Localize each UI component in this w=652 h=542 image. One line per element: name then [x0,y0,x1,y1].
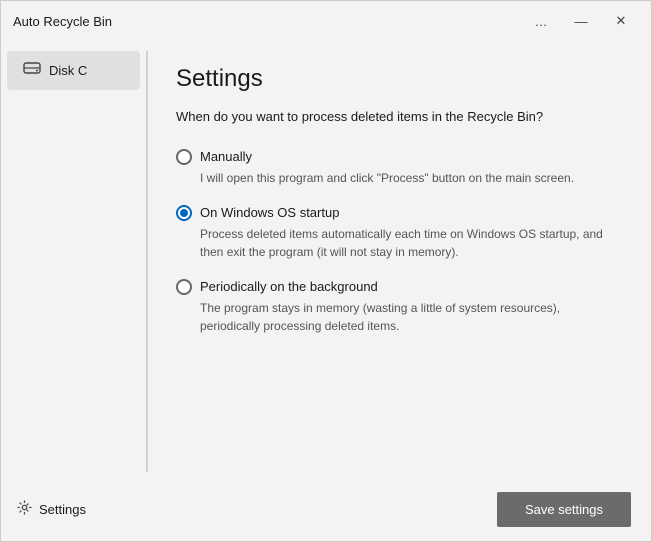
radio-label-periodically[interactable]: Periodically on the background [176,279,619,295]
app-title: Auto Recycle Bin [13,14,112,29]
content-area: Settings When do you want to process del… [148,41,651,482]
radio-text-periodically: Periodically on the background [200,279,378,294]
page-title: Settings [176,65,619,93]
radio-circle-manually[interactable] [176,149,192,165]
main-layout: Disk C Settings When do you want to proc… [1,41,651,482]
content-subtitle: When do you want to process deleted item… [176,107,619,127]
sidebar: Disk C [1,41,146,482]
bottom-bar: Settings Save settings [1,482,651,541]
titlebar-controls: … — ✕ [523,6,639,36]
disk-icon [23,59,41,82]
settings-link-label: Settings [39,502,86,517]
radio-circle-periodically[interactable] [176,279,192,295]
radio-label-startup[interactable]: On Windows OS startup [176,205,619,221]
sidebar-item-disk-c[interactable]: Disk C [7,51,140,90]
radio-option-startup: On Windows OS startup Process deleted it… [176,205,619,261]
titlebar-left: Auto Recycle Bin [13,14,112,29]
titlebar: Auto Recycle Bin … — ✕ [1,1,651,41]
more-button[interactable]: … [523,6,559,36]
radio-desc-manually: I will open this program and click "Proc… [176,169,619,187]
radio-circle-startup[interactable] [176,205,192,221]
radio-text-startup: On Windows OS startup [200,205,339,220]
radio-text-manually: Manually [200,149,252,164]
sidebar-item-label: Disk C [49,63,87,78]
close-button[interactable]: ✕ [603,6,639,36]
gear-icon [17,500,32,519]
radio-desc-startup: Process deleted items automatically each… [176,225,619,261]
radio-group: Manually I will open this program and cl… [176,149,619,353]
radio-label-manually[interactable]: Manually [176,149,619,165]
settings-link[interactable]: Settings [17,500,86,519]
radio-option-manually: Manually I will open this program and cl… [176,149,619,187]
minimize-button[interactable]: — [563,6,599,36]
radio-option-periodically: Periodically on the background The progr… [176,279,619,335]
radio-desc-periodically: The program stays in memory (wasting a l… [176,299,619,335]
save-settings-button[interactable]: Save settings [497,492,631,527]
